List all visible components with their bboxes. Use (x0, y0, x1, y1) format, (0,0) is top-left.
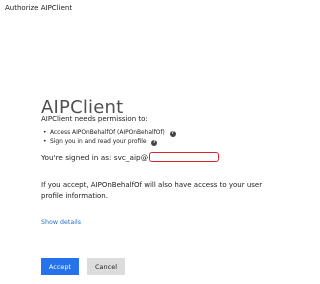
redacted-account-highlight (149, 152, 219, 162)
help-icon[interactable]: ? (169, 131, 176, 137)
list-item: • Sign you in and read your profile ? (43, 138, 176, 147)
permission-label: Sign you in and read your profile (50, 139, 147, 145)
help-icon[interactable]: ? (151, 140, 158, 146)
consent-dialog: AIPClient AIPClient needs permission to:… (0, 0, 299, 284)
accept-button[interactable]: Accept (41, 258, 79, 275)
list-item: • Access AIPOnBehalfOf (AIPOnBehalfOf) ? (43, 129, 176, 138)
permission-label: Access AIPOnBehalfOf (AIPOnBehalfOf) (50, 130, 165, 136)
bullet: • (43, 130, 47, 136)
show-details-link[interactable]: Show details (41, 219, 81, 226)
consent-text: If you accept, AIPOnBehalfOf will also h… (41, 181, 263, 200)
bullet: • (43, 139, 47, 145)
permission-list: • Access AIPOnBehalfOf (AIPOnBehalfOf) ?… (43, 129, 176, 147)
needs-permission-text: AIPClient needs permission to: (41, 115, 148, 123)
signed-in-as-text: You're signed in as: svc_aip@ (41, 153, 148, 162)
cancel-button[interactable]: Cancel (87, 258, 125, 275)
